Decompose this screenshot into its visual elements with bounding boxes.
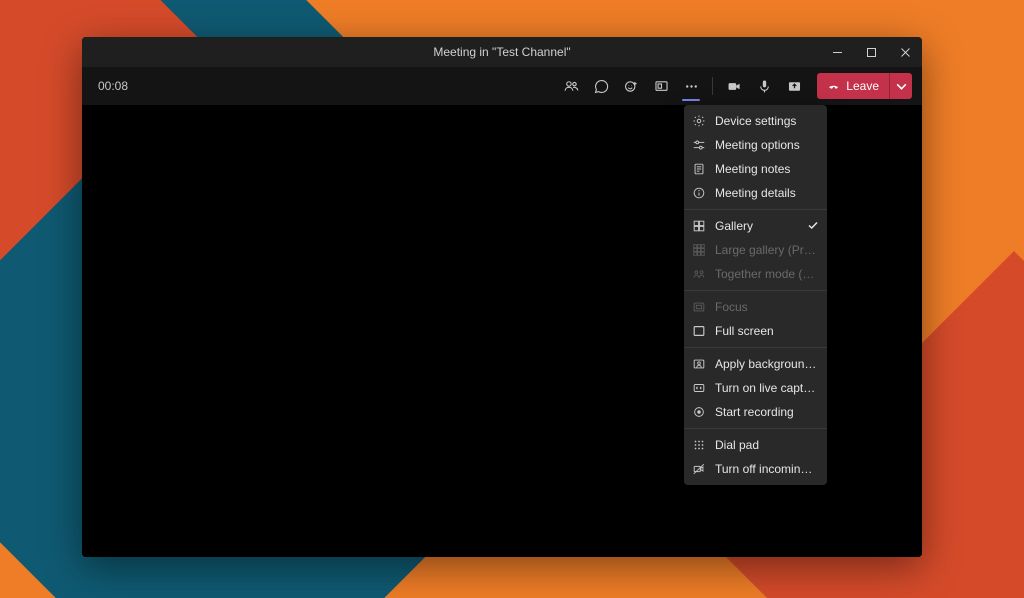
- captions-icon: [692, 381, 706, 395]
- toolbar-separator: [712, 77, 713, 95]
- leave-caret[interactable]: [889, 73, 912, 99]
- menu-separator: [684, 290, 827, 291]
- people-icon: [563, 78, 580, 95]
- menu-label: Together mode (Preview): [715, 267, 817, 281]
- maximize-icon: [866, 47, 877, 58]
- leave-button-main[interactable]: Leave: [817, 73, 889, 99]
- menu-label: Start recording: [715, 405, 817, 419]
- menu-incoming-video-off[interactable]: Turn off incoming video: [684, 457, 827, 481]
- large-gallery-icon: [692, 243, 706, 257]
- menu-label: Gallery: [715, 219, 817, 233]
- menu-label: Large gallery (Preview): [715, 243, 817, 257]
- menu-together-mode: Together mode (Preview): [684, 262, 827, 286]
- chevron-down-icon: [895, 80, 908, 93]
- menu-meeting-options[interactable]: Meeting options: [684, 133, 827, 157]
- hangup-icon: [827, 80, 840, 93]
- camera-button[interactable]: [719, 67, 749, 105]
- menu-label: Turn on live captions: [715, 381, 817, 395]
- menu-separator: [684, 347, 827, 348]
- menu-meeting-notes[interactable]: Meeting notes: [684, 157, 827, 181]
- menu-label: Full screen: [715, 324, 817, 338]
- window-controls: [820, 37, 922, 67]
- close-icon: [900, 47, 911, 58]
- share-button[interactable]: [779, 67, 809, 105]
- fullscreen-icon: [692, 324, 706, 338]
- notes-icon: [692, 162, 706, 176]
- share-icon: [786, 78, 803, 95]
- menu-label: Meeting details: [715, 186, 817, 200]
- more-actions-menu: Device settings Meeting options Meeting …: [684, 105, 827, 485]
- rooms-icon: [653, 78, 670, 95]
- menu-label: Focus: [715, 300, 817, 314]
- menu-label: Turn off incoming video: [715, 462, 817, 476]
- gear-icon: [692, 114, 706, 128]
- info-icon: [692, 186, 706, 200]
- menu-label: Dial pad: [715, 438, 817, 452]
- menu-start-recording[interactable]: Start recording: [684, 400, 827, 424]
- menu-separator: [684, 209, 827, 210]
- menu-live-captions[interactable]: Turn on live captions: [684, 376, 827, 400]
- dialpad-icon: [692, 438, 706, 452]
- chat-button[interactable]: [586, 67, 616, 105]
- sliders-icon: [692, 138, 706, 152]
- background-icon: [692, 357, 706, 371]
- chat-icon: [593, 78, 610, 95]
- more-icon: [683, 78, 700, 95]
- video-off-icon: [692, 462, 706, 476]
- menu-label: Device settings: [715, 114, 817, 128]
- reactions-icon: [623, 78, 640, 95]
- participants-button[interactable]: [556, 67, 586, 105]
- rooms-button[interactable]: [646, 67, 676, 105]
- meeting-window: Meeting in "Test Channel" 00:08: [82, 37, 922, 557]
- mic-icon: [756, 78, 773, 95]
- leave-label: Leave: [846, 79, 879, 93]
- camera-icon: [726, 78, 743, 95]
- menu-gallery[interactable]: Gallery: [684, 214, 827, 238]
- more-actions-button[interactable]: [676, 67, 706, 105]
- gallery-icon: [692, 219, 706, 233]
- menu-label: Apply background effects: [715, 357, 817, 371]
- menu-focus: Focus: [684, 295, 827, 319]
- leave-button[interactable]: Leave: [817, 73, 912, 99]
- titlebar: Meeting in "Test Channel": [82, 37, 922, 67]
- menu-large-gallery: Large gallery (Preview): [684, 238, 827, 262]
- menu-meeting-details[interactable]: Meeting details: [684, 181, 827, 205]
- close-button[interactable]: [888, 37, 922, 67]
- minimize-icon: [832, 47, 843, 58]
- menu-background-effects[interactable]: Apply background effects: [684, 352, 827, 376]
- maximize-button[interactable]: [854, 37, 888, 67]
- menu-label: Meeting options: [715, 138, 817, 152]
- check-icon: [807, 219, 819, 231]
- focus-icon: [692, 300, 706, 314]
- toolbar-actions: Leave: [556, 67, 912, 105]
- menu-device-settings[interactable]: Device settings: [684, 109, 827, 133]
- mic-button[interactable]: [749, 67, 779, 105]
- menu-dial-pad[interactable]: Dial pad: [684, 433, 827, 457]
- window-title: Meeting in "Test Channel": [82, 45, 922, 59]
- together-icon: [692, 267, 706, 281]
- menu-full-screen[interactable]: Full screen: [684, 319, 827, 343]
- desktop-wallpaper: Meeting in "Test Channel" 00:08: [0, 0, 1024, 598]
- minimize-button[interactable]: [820, 37, 854, 67]
- reactions-button[interactable]: [616, 67, 646, 105]
- call-toolbar: 00:08: [82, 67, 922, 105]
- menu-label: Meeting notes: [715, 162, 817, 176]
- record-icon: [692, 405, 706, 419]
- menu-separator: [684, 428, 827, 429]
- call-timer: 00:08: [98, 79, 128, 93]
